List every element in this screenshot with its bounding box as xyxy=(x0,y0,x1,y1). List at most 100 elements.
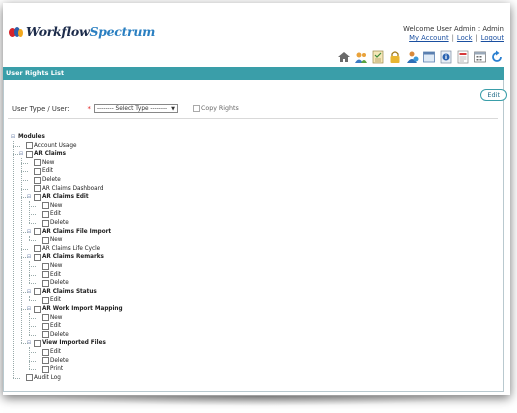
tree-connector xyxy=(13,154,20,156)
document-icon[interactable] xyxy=(455,49,470,64)
tree-node-group: ⊟ AR Claims Edit xyxy=(26,193,89,201)
tree-node: Edit xyxy=(34,210,61,218)
tree-connector xyxy=(29,369,36,371)
rights-checkbox[interactable] xyxy=(26,150,33,158)
tree-node-group: ⊟ Modules xyxy=(10,133,45,141)
window-shadow xyxy=(40,396,480,406)
tree-node-group: ⊟ AR Claims xyxy=(18,150,66,158)
tree-node-label: New xyxy=(50,263,63,269)
rights-checkbox[interactable] xyxy=(42,210,49,218)
tree-node-label: AR Claims xyxy=(34,151,66,158)
tree-node-label: Delete xyxy=(50,280,69,287)
rights-checkbox[interactable] xyxy=(34,305,41,313)
tree-node-group: ⊟ AR Work Import Mapping xyxy=(26,305,123,313)
account-links: My Account | Lock | Logout xyxy=(409,34,504,42)
window-icon[interactable] xyxy=(421,49,436,64)
tree-node-label: Delete xyxy=(50,331,69,338)
tree-node-group: ⊟ View Imported Files xyxy=(26,339,106,347)
tree-node: New xyxy=(26,159,54,167)
tree-connector xyxy=(21,188,28,190)
edit-button[interactable]: Edit xyxy=(480,89,507,101)
tree-connector xyxy=(21,231,28,233)
checklist-icon[interactable] xyxy=(370,49,385,64)
tree-node: Audit Log xyxy=(18,374,61,382)
home-icon[interactable] xyxy=(336,49,351,64)
info-icon[interactable] xyxy=(438,49,453,64)
my-account-link[interactable]: My Account xyxy=(409,34,449,42)
rights-checkbox[interactable] xyxy=(34,185,41,193)
tree-connector xyxy=(29,223,36,224)
rights-checkbox[interactable] xyxy=(26,374,33,382)
user-group-icon[interactable] xyxy=(404,49,419,64)
tree-connector xyxy=(21,309,28,310)
rights-checkbox[interactable] xyxy=(42,322,49,330)
tree-node-label: Edit xyxy=(50,211,62,218)
rights-checkbox[interactable] xyxy=(42,236,49,244)
tree-node: Edit xyxy=(26,167,53,175)
toolbar xyxy=(336,49,504,64)
rights-checkbox[interactable] xyxy=(34,228,41,236)
refresh-icon[interactable] xyxy=(489,49,504,64)
rights-checkbox[interactable] xyxy=(34,159,41,167)
tree-connector xyxy=(29,201,30,223)
tree-node: Delete xyxy=(26,176,61,184)
tree-node: New xyxy=(34,262,62,270)
tree-node: Delete xyxy=(34,357,69,365)
rights-checkbox[interactable] xyxy=(34,288,41,296)
rights-checkbox[interactable] xyxy=(34,245,41,253)
copy-rights-option[interactable]: Copy Rights xyxy=(192,105,239,112)
rights-checkbox[interactable] xyxy=(42,219,49,227)
tree-node-label: Modules xyxy=(18,134,45,140)
rights-checkbox[interactable] xyxy=(34,193,41,201)
tree-node-label: Delete xyxy=(50,220,69,226)
rights-checkbox[interactable] xyxy=(34,253,41,261)
users-icon[interactable] xyxy=(353,49,368,64)
tree-node: Delete xyxy=(34,331,69,339)
tree-connector xyxy=(29,300,36,302)
copy-rights-checkbox[interactable] xyxy=(192,105,200,112)
rights-checkbox[interactable] xyxy=(34,176,41,184)
rights-checkbox[interactable] xyxy=(42,348,49,356)
tree-node: Account Usage xyxy=(18,142,77,150)
tree-connector xyxy=(29,261,30,284)
rights-checkbox[interactable] xyxy=(42,365,49,373)
tree-connector xyxy=(29,347,30,370)
tree-node: Edit xyxy=(34,348,61,356)
user-type-row: User Type / User: * -------- Select Type… xyxy=(12,104,239,113)
rights-checkbox[interactable] xyxy=(42,314,49,322)
rights-checkbox[interactable] xyxy=(34,167,41,175)
brand-name-part1: Workflow xyxy=(26,24,90,39)
welcome-text: Welcome User Admin : Admin xyxy=(403,25,504,33)
rights-checkbox[interactable] xyxy=(42,331,49,339)
rights-checkbox[interactable] xyxy=(42,202,49,210)
tree-node: New xyxy=(34,202,62,210)
rights-checkbox[interactable] xyxy=(34,339,41,347)
rights-checkbox[interactable] xyxy=(42,357,49,365)
select-value: -------- Select Type -------- xyxy=(96,106,168,112)
tree-node: Delete xyxy=(34,279,69,287)
section-title-bar: User Rights List xyxy=(3,67,504,80)
tree-node: New xyxy=(34,314,62,322)
collapse-toggle-icon[interactable]: ⊟ xyxy=(10,134,16,140)
rights-checkbox[interactable] xyxy=(42,296,49,304)
rights-checkbox[interactable] xyxy=(26,142,33,150)
form-divider xyxy=(8,118,498,119)
calendar-icon[interactable] xyxy=(472,49,487,64)
tree-node: New xyxy=(34,236,62,244)
tree-connector xyxy=(13,145,20,147)
tree-node-label: Audit Log xyxy=(34,374,61,381)
rights-checkbox[interactable] xyxy=(42,262,49,270)
lock-link[interactable]: Lock xyxy=(457,34,473,42)
tree-connector xyxy=(29,214,36,216)
tree-node-label: Edit xyxy=(50,271,62,278)
rights-checkbox[interactable] xyxy=(42,279,49,287)
tree-connector xyxy=(21,171,28,173)
lock-icon[interactable] xyxy=(387,49,402,64)
user-type-select[interactable]: -------- Select Type -------- ▼ xyxy=(93,104,178,113)
tree-node-label: Delete xyxy=(50,357,69,364)
rights-checkbox[interactable] xyxy=(42,271,49,279)
tree-connector xyxy=(29,326,36,328)
tree-node-label: View Imported Files xyxy=(42,340,106,347)
logo-mark-icon xyxy=(9,25,25,39)
logout-link[interactable]: Logout xyxy=(481,34,504,42)
